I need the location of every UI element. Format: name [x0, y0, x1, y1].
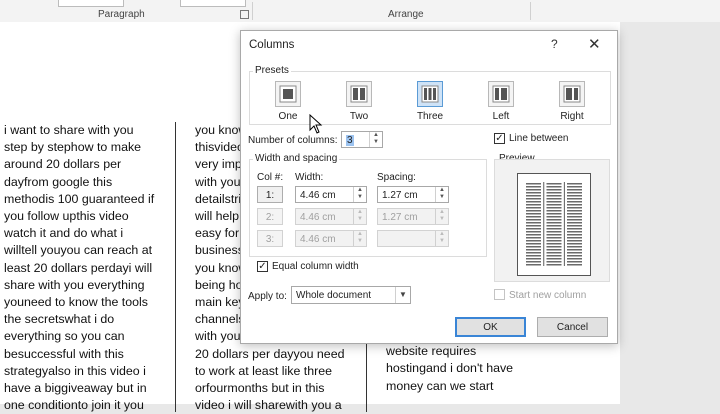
- col-2-width-input: 4.46 cm ▲ ▼: [295, 208, 367, 225]
- text-line: i want to share with you: [4, 123, 134, 137]
- text-line: methodis 100 guaranteed if: [4, 191, 155, 206]
- three-column-preview-icon: [526, 182, 582, 266]
- line-between-label: Line between: [509, 133, 569, 144]
- number-of-columns-input[interactable]: 3 ▲ ▼: [341, 131, 383, 148]
- preset-one-button[interactable]: [275, 81, 301, 107]
- left-column-icon: [492, 85, 510, 103]
- one-column-icon: [279, 85, 297, 103]
- text-line: one conditionto join it you: [4, 398, 144, 413]
- col-1-button[interactable]: 1:: [257, 186, 283, 203]
- text-line: orfourmonths but in this: [195, 381, 325, 396]
- number-of-columns-spinner[interactable]: ▲ ▼: [369, 132, 382, 147]
- text-line: to work at least like three: [195, 363, 333, 378]
- preset-one-label: One: [278, 111, 298, 122]
- spacing-header: Spacing:: [377, 172, 416, 183]
- width-spacing-legend: Width and spacing: [253, 153, 340, 164]
- text-line: besuccessful with this: [4, 346, 124, 361]
- number-of-columns-label: Number of columns:: [248, 135, 338, 146]
- text-line: share with you everything: [4, 277, 145, 292]
- group-divider: [530, 2, 531, 20]
- ribbon-control[interactable]: [58, 0, 124, 7]
- paragraph-group-label: Paragraph: [98, 9, 145, 20]
- equal-column-width-checkbox[interactable]: ✓: [257, 261, 268, 272]
- group-divider: [252, 2, 253, 20]
- text-line: least 20 dollars perdayi will: [4, 260, 153, 275]
- text-line: video i will sharewith you a: [195, 398, 342, 413]
- preset-three-button[interactable]: [417, 81, 443, 107]
- three-columns-icon: [421, 85, 439, 103]
- preset-left-label: Left: [492, 111, 510, 122]
- text-line: dayfrom google this: [4, 174, 113, 189]
- text-line: willtell youyou can reach at: [4, 243, 153, 258]
- width-header: Width:: [295, 172, 324, 183]
- text-line: money can we start: [386, 378, 494, 393]
- text-line: have a biggiveaway but in: [4, 381, 147, 396]
- chevron-down-icon: ▼: [395, 287, 410, 303]
- dialog-titlebar[interactable]: Columns ? ✕: [241, 31, 617, 59]
- preset-right-button[interactable]: [559, 81, 585, 107]
- start-new-column-checkbox: [494, 289, 505, 300]
- text-line: you follow upthis video: [4, 209, 129, 224]
- ok-button[interactable]: OK: [455, 317, 526, 337]
- col-number-header: Col #:: [257, 172, 284, 183]
- width-spacing-group: [249, 159, 487, 257]
- preset-two-label: Two: [349, 111, 369, 122]
- col-2-button: 2:: [257, 208, 283, 225]
- ribbon-control[interactable]: [180, 0, 246, 7]
- presets-legend: Presets: [253, 65, 291, 76]
- text-line: website requires: [386, 344, 477, 359]
- apply-to-label: Apply to:: [248, 291, 287, 302]
- paragraph-dialog-launcher-icon[interactable]: [240, 10, 249, 19]
- help-icon[interactable]: ?: [551, 37, 558, 51]
- text-line: 20 dollars per dayyou need: [195, 346, 345, 361]
- apply-to-select[interactable]: Whole document ▼: [291, 286, 411, 304]
- dialog-title: Columns: [249, 39, 295, 51]
- close-icon[interactable]: ✕: [588, 35, 601, 53]
- right-column-icon: [563, 85, 581, 103]
- line-between-checkbox[interactable]: ✓: [494, 133, 505, 144]
- preset-left-button[interactable]: [488, 81, 514, 107]
- text-line: everything so you can: [4, 329, 125, 344]
- start-new-column-label: Start new column: [509, 290, 587, 301]
- preset-right-label: Right: [560, 111, 584, 122]
- col-2-spacing-input: 1.27 cm ▲ ▼: [377, 208, 449, 225]
- preview-panel: [494, 159, 610, 282]
- mouse-cursor-icon: [309, 114, 323, 134]
- preset-three-label: Three: [416, 111, 444, 122]
- col-3-spacing-input: ▲ ▼: [377, 230, 449, 247]
- text-column-1: i want to share with you step by stephow …: [4, 122, 154, 414]
- preset-two-button[interactable]: [346, 81, 372, 107]
- text-line: youneed to know the tools: [4, 295, 148, 310]
- col-3-width-input: 4.46 cm ▲ ▼: [295, 230, 367, 247]
- text-line: watch it and do what i: [4, 226, 124, 241]
- columns-dialog: Columns ? ✕ Presets One Two Three Left R…: [240, 30, 618, 344]
- equal-column-width-label: Equal column width: [272, 261, 359, 272]
- ribbon: Paragraph Arrange: [0, 0, 720, 23]
- text-line: around 20 dollars per: [4, 157, 122, 172]
- text-line: strategyalso in this video i: [4, 363, 146, 378]
- preview-page: [517, 173, 591, 276]
- text-line: step by stephow to make: [4, 140, 142, 155]
- cancel-button[interactable]: Cancel: [537, 317, 608, 337]
- col-3-button: 3:: [257, 230, 283, 247]
- arrange-group-label: Arrange: [388, 9, 424, 20]
- col-1-width-input[interactable]: 4.46 cm ▲ ▼: [295, 186, 367, 203]
- text-line: hostingand i don't have: [386, 361, 514, 376]
- two-columns-icon: [350, 85, 368, 103]
- col-1-spacing-input[interactable]: 1.27 cm ▲ ▼: [377, 186, 449, 203]
- workspace-background: [620, 22, 720, 404]
- column-separator-line: [175, 122, 176, 412]
- text-line: the secretswhat i do: [4, 312, 115, 327]
